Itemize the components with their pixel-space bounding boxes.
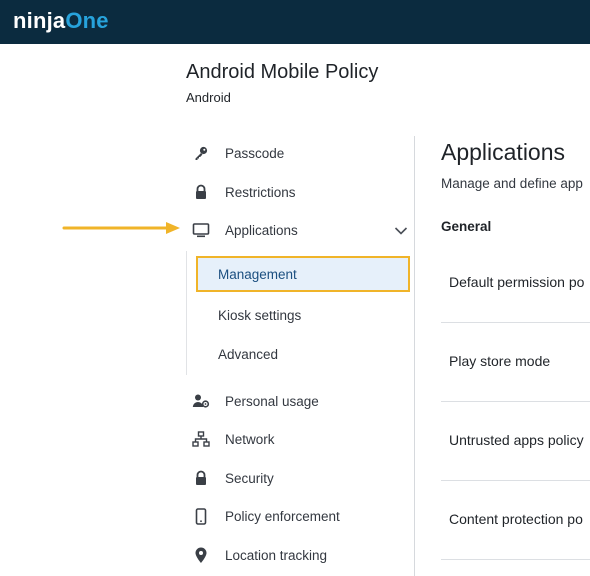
sidebar-item-label: Policy enforcement xyxy=(225,508,340,524)
monitor-icon xyxy=(190,219,212,241)
setting-label: Default permission po xyxy=(449,274,585,290)
setting-row-untrusted-apps-policy[interactable]: Untrusted apps policy xyxy=(441,402,590,481)
sidebar-item-personal-usage[interactable]: Personal usage xyxy=(190,386,414,416)
setting-label: Play store mode xyxy=(449,353,551,369)
sidebar-item-network[interactable]: Network xyxy=(190,424,414,454)
subnav-item-label: Kiosk settings xyxy=(218,307,302,323)
sidebar-item-label: Applications xyxy=(225,222,298,238)
sidebar-item-label: Location tracking xyxy=(225,547,328,563)
sidebar-item-label: Personal usage xyxy=(225,393,319,409)
chevron-down-icon[interactable] xyxy=(394,223,408,241)
key-icon xyxy=(190,142,212,164)
subnav-item-kiosk-settings[interactable]: Kiosk settings xyxy=(196,297,410,333)
section-heading-general: General xyxy=(441,219,492,234)
setting-label: Content protection po xyxy=(449,511,583,527)
annotation-arrow-icon xyxy=(62,222,180,234)
location-pin-icon xyxy=(190,544,212,566)
setting-row-default-permission-policy[interactable]: Default permission po xyxy=(441,244,590,323)
logo-text-ninja: ninja xyxy=(13,8,66,33)
setting-row-content-protection-policy[interactable]: Content protection po xyxy=(441,481,590,560)
sidebar-item-label: Security xyxy=(225,470,274,486)
subnav-item-label: Management xyxy=(218,266,297,282)
subnav-item-label: Advanced xyxy=(218,346,279,362)
sidebar-item-location-tracking[interactable]: Location tracking xyxy=(190,540,414,570)
phone-icon xyxy=(190,505,212,527)
setting-label: Untrusted apps policy xyxy=(449,432,584,448)
ninjaone-logo[interactable]: ninjaOne xyxy=(13,8,109,34)
subnav-item-advanced[interactable]: Advanced xyxy=(196,336,410,372)
subnav-guide-line xyxy=(186,251,187,375)
sidebar-item-passcode[interactable]: Passcode xyxy=(190,138,414,168)
sidebar-item-applications[interactable]: Applications xyxy=(190,215,414,245)
sidebar-item-label: Network xyxy=(225,431,275,447)
sidebar-item-security[interactable]: Security xyxy=(190,463,414,493)
content-description: Manage and define app xyxy=(441,176,583,191)
policy-title: Android Mobile Policy xyxy=(186,61,379,83)
sidebar-item-label: Restrictions xyxy=(225,184,296,200)
logo-text-one: One xyxy=(65,8,109,33)
subnav-item-management[interactable]: Management xyxy=(196,256,410,292)
network-icon xyxy=(190,428,212,450)
lock-icon xyxy=(190,467,212,489)
policy-subtitle: Android xyxy=(186,90,231,105)
setting-row-play-store-mode[interactable]: Play store mode xyxy=(441,323,590,402)
sidebar-item-restrictions[interactable]: Restrictions xyxy=(190,177,414,207)
lock-icon xyxy=(190,181,212,203)
sidebar-item-policy-enforcement[interactable]: Policy enforcement xyxy=(190,501,414,531)
top-bar: ninjaOne xyxy=(0,0,590,44)
content-title: Applications xyxy=(441,139,566,165)
user-gear-icon xyxy=(190,390,212,412)
panel-divider xyxy=(414,136,415,576)
sidebar-item-label: Passcode xyxy=(225,145,285,161)
